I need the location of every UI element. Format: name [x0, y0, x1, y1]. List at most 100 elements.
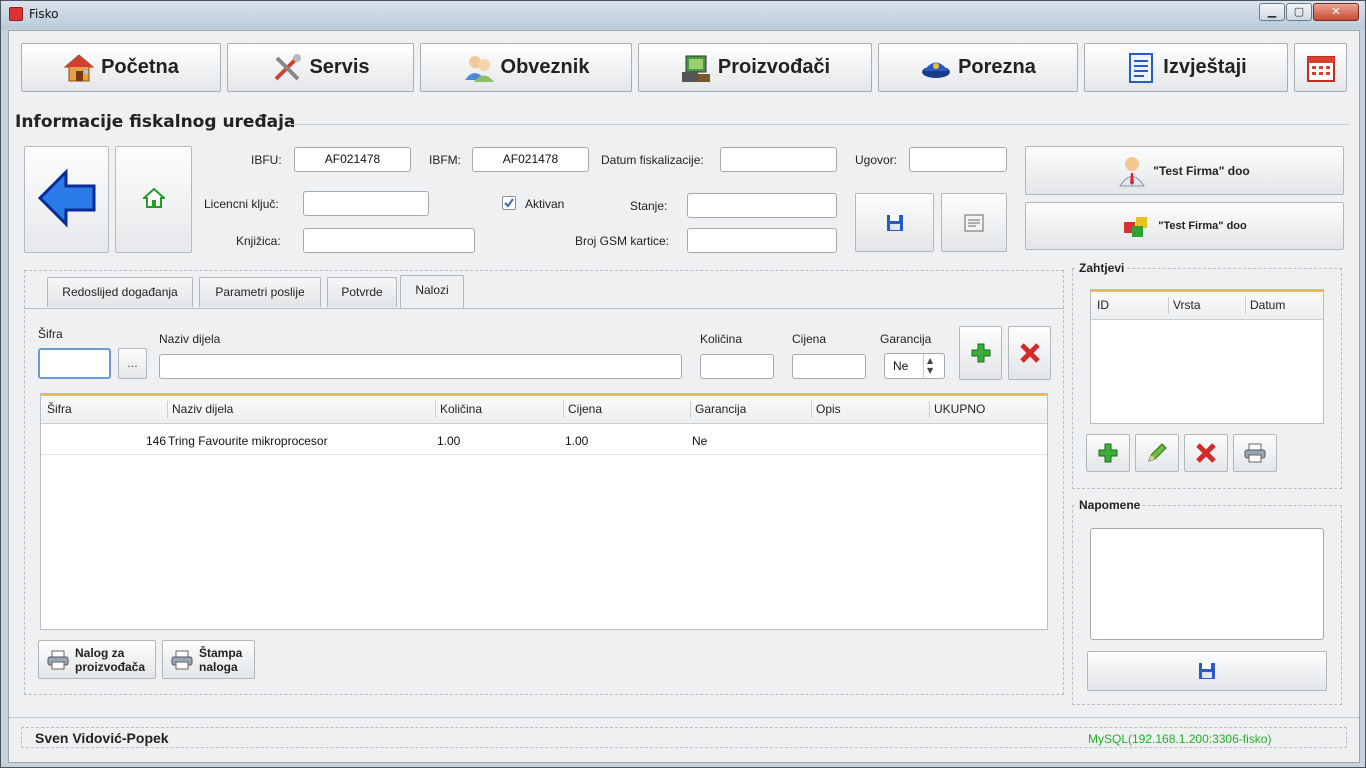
delete-zahtjev-button[interactable] — [1184, 434, 1228, 472]
column-divider — [1245, 297, 1246, 314]
back-arrow-icon — [36, 167, 98, 232]
minimize-button[interactable]: ▁ — [1259, 3, 1285, 21]
stampa-naloga-label: Štampa naloga — [199, 645, 243, 674]
garancija-spinner[interactable]: Ne ▲ ▼ — [884, 353, 945, 379]
table-row[interactable]: 146 Tring Favourite mikroprocesor 1.00 1… — [41, 426, 1047, 455]
document-icon — [964, 214, 984, 231]
licencni-kljuc-field[interactable] — [303, 191, 429, 216]
napomene-textarea[interactable] — [1090, 528, 1324, 640]
floppy-disk-icon — [1199, 663, 1215, 679]
remove-part-button[interactable] — [1008, 326, 1051, 380]
users-icon — [463, 52, 495, 84]
nav-label: Početna — [101, 56, 179, 78]
firma-label: "Test Firma" doo — [1153, 163, 1250, 178]
ibfu-field[interactable]: AF021478 — [294, 147, 411, 172]
cijena-field[interactable] — [792, 354, 866, 379]
knjizica-field[interactable] — [303, 228, 475, 253]
nav-proizvodaci-button[interactable]: Proizvođači — [638, 43, 872, 92]
firma-proizvodac-button[interactable]: "Test Firma" doo — [1025, 202, 1344, 250]
cell-naziv: Tring Favourite mikroprocesor — [168, 434, 328, 448]
kolicina-label: Količina — [700, 332, 743, 346]
maximize-button[interactable]: ▢ — [1286, 3, 1312, 21]
tab-divider — [24, 308, 1064, 309]
save-device-button[interactable] — [855, 193, 934, 252]
column-header[interactable]: UKUPNO — [934, 402, 985, 416]
pencil-icon — [1148, 443, 1167, 462]
ibfm-field[interactable]: AF021478 — [472, 147, 589, 172]
save-napomene-button[interactable] — [1087, 651, 1327, 691]
printer-icon — [171, 650, 193, 669]
column-header[interactable]: Opis — [816, 402, 841, 416]
cubes-icon — [1124, 217, 1148, 237]
naziv-dijela-label: Naziv dijela — [159, 332, 221, 346]
edit-zahtjev-button[interactable] — [1135, 434, 1179, 472]
column-header[interactable]: ID — [1097, 298, 1109, 312]
tools-icon — [271, 52, 303, 84]
add-zahtjev-button[interactable] — [1086, 434, 1130, 472]
naziv-dijela-field[interactable] — [159, 354, 682, 379]
tab-parametri-poslije[interactable]: Parametri poslije — [199, 277, 321, 307]
app-window: Fisko ▁ ▢ ✕ Početna Servis Obveznik Proi… — [0, 0, 1366, 768]
column-header[interactable]: Naziv dijela — [172, 402, 233, 416]
knjizica-label: Knjižica: — [236, 234, 281, 248]
column-header[interactable]: Garancija — [695, 402, 746, 416]
napomene-title: Napomene — [1077, 498, 1143, 512]
home-button[interactable] — [115, 146, 192, 253]
tab-nalozi[interactable]: Nalozi — [400, 275, 464, 308]
nav-porezna-button[interactable]: Porezna — [878, 43, 1078, 92]
stanje-label: Stanje: — [630, 199, 668, 213]
db-connection-status: MySQL(192.168.1.200:3306-fisko) — [1088, 732, 1272, 746]
column-divider — [690, 401, 691, 418]
column-divider — [929, 401, 930, 418]
document-button[interactable] — [941, 193, 1007, 252]
logged-user: Sven Vidović-Popek — [35, 730, 169, 746]
column-header[interactable]: Količina — [440, 402, 482, 416]
nalozi-table: Šifra Naziv dijela Količina Cijena Garan… — [40, 393, 1048, 630]
zahtjevi-title: Zahtjevi — [1077, 261, 1127, 275]
cell-cijena: 1.00 — [565, 434, 589, 448]
broj-gsm-kartice-field[interactable] — [687, 228, 837, 253]
ibfm-label: IBFM: — [429, 153, 461, 167]
nav-servis-button[interactable]: Servis — [227, 43, 414, 92]
ugovor-label: Ugovor: — [855, 153, 898, 167]
column-header[interactable]: Vrsta — [1173, 298, 1201, 312]
column-header[interactable]: Cijena — [568, 402, 602, 416]
back-button[interactable] — [24, 146, 109, 253]
nav-pocetna-button[interactable]: Početna — [21, 43, 221, 92]
window-title: Fisko — [29, 7, 59, 21]
tab-redoslijed-dogadanja[interactable]: Redoslijed događanja — [47, 277, 193, 307]
spinner-arrows-icon[interactable]: ▲ ▼ — [927, 356, 933, 376]
nalog-za-proizvodaca-button[interactable]: Nalog za proizvođača — [38, 640, 156, 679]
status-divider — [9, 717, 1359, 718]
print-zahtjev-button[interactable] — [1233, 434, 1277, 472]
ugovor-field[interactable] — [909, 147, 1007, 172]
aktivan-checkbox[interactable] — [502, 196, 516, 210]
sifra-label: Šifra — [38, 327, 63, 341]
firma-obveznik-button[interactable]: "Test Firma" doo — [1025, 146, 1344, 195]
column-header[interactable]: Datum — [1250, 298, 1285, 312]
cijena-label: Cijena — [792, 332, 827, 346]
spinner-divider — [923, 354, 924, 378]
home-icon — [140, 187, 167, 212]
column-divider — [167, 401, 168, 418]
kolicina-field[interactable] — [700, 354, 774, 379]
add-part-button[interactable] — [959, 326, 1002, 380]
table-header: ID Vrsta Datum — [1091, 290, 1323, 320]
nav-label: Servis — [309, 56, 370, 78]
delete-x-icon — [1196, 443, 1216, 463]
nav-label: Porezna — [958, 56, 1036, 78]
browse-button[interactable]: ... — [118, 348, 147, 379]
title-divider — [289, 124, 1349, 125]
nav-izvjestaji-button[interactable]: Izvještaji — [1084, 43, 1288, 92]
nav-obveznik-button[interactable]: Obveznik — [420, 43, 632, 92]
tab-potvrde[interactable]: Potvrde — [327, 277, 397, 307]
datum-fiskalizacije-field[interactable] — [720, 147, 837, 172]
close-button[interactable]: ✕ — [1313, 3, 1359, 21]
nav-calendar-button[interactable] — [1294, 43, 1347, 92]
stampa-naloga-button[interactable]: Štampa naloga — [162, 640, 255, 679]
nav-label: Izvještaji — [1163, 56, 1247, 78]
stanje-field[interactable] — [687, 193, 837, 218]
column-header[interactable]: Šifra — [47, 402, 72, 416]
sifra-field[interactable] — [38, 348, 111, 379]
column-divider — [1168, 297, 1169, 314]
